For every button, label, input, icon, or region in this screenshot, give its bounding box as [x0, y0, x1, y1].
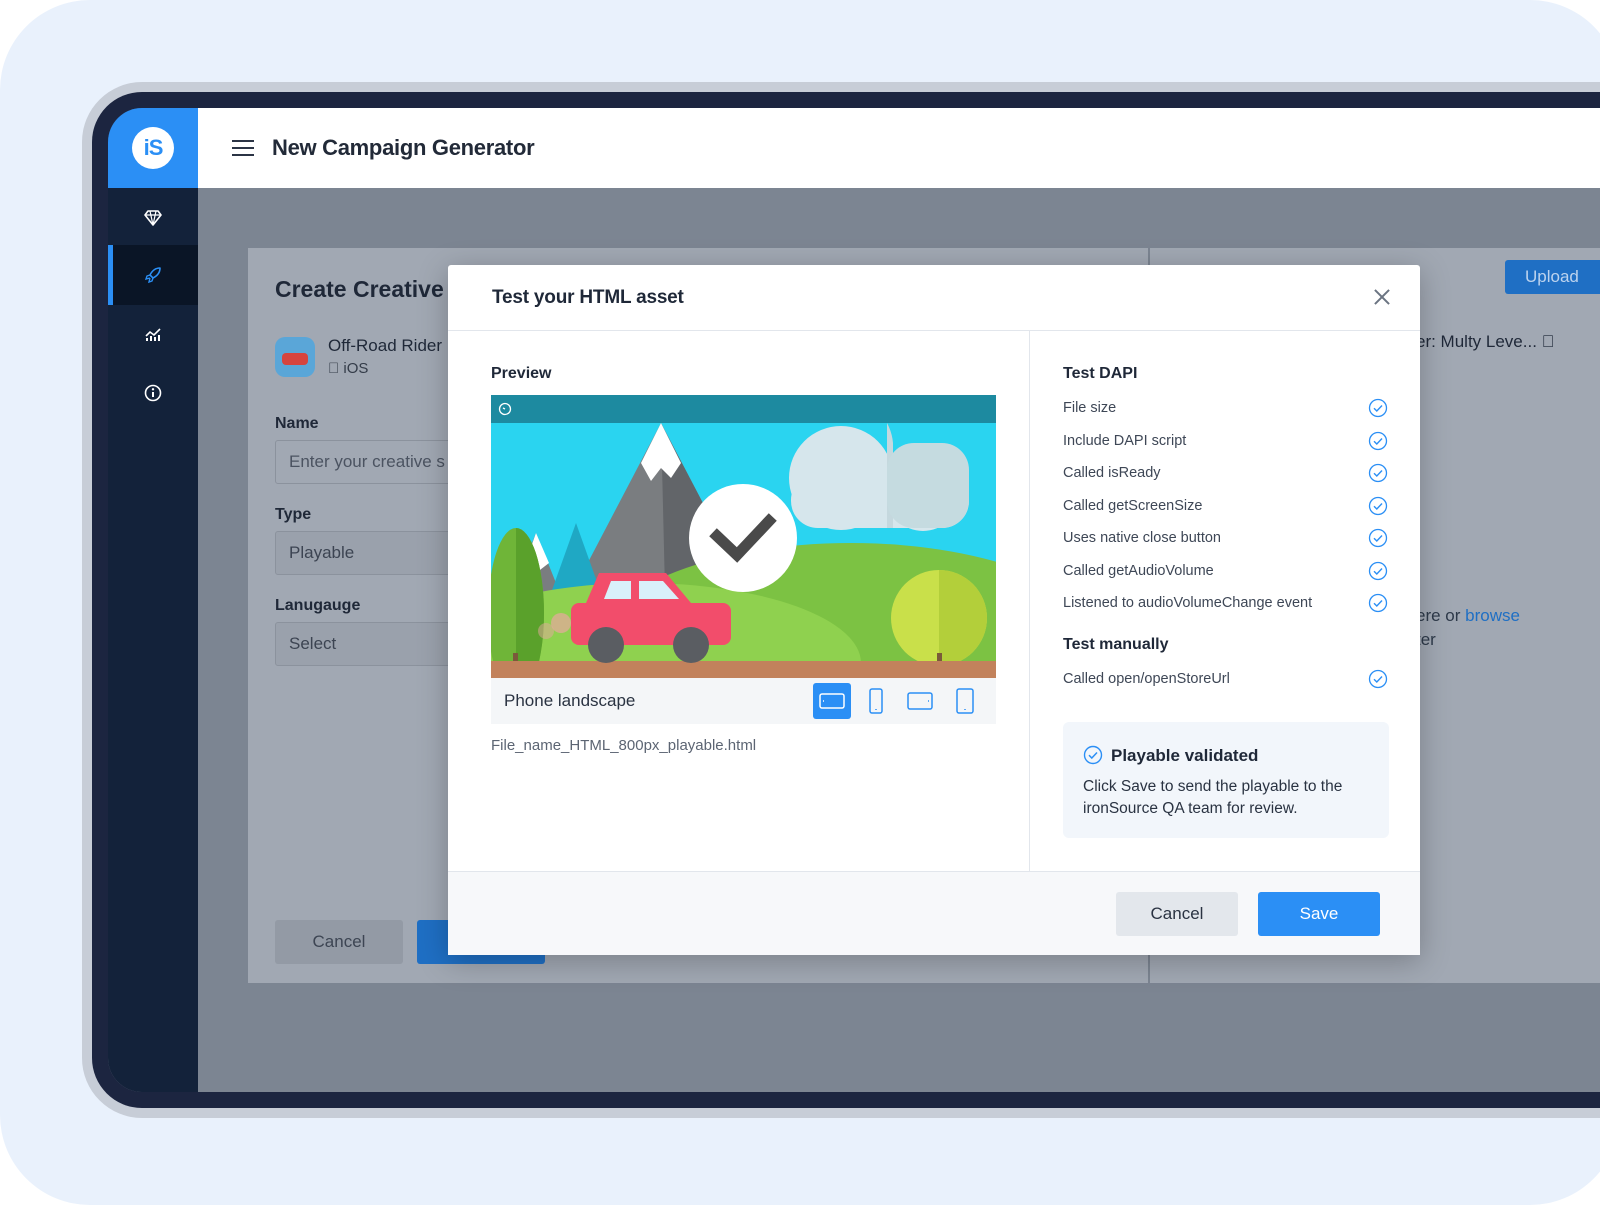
rocket-icon [144, 267, 161, 284]
sidebar-item-campaigns[interactable] [108, 245, 198, 305]
name-label: Name [275, 415, 319, 432]
preview-section: Preview Phone landscape File_name_HTML_8… [448, 331, 1030, 871]
device-selector: Phone landscape [491, 678, 996, 724]
check-item-label: Uses native close button [1063, 530, 1221, 546]
cancel-button[interactable]: Cancel [1116, 892, 1238, 936]
phone-landscape-button[interactable] [813, 683, 851, 719]
preview-label: Preview [491, 365, 552, 382]
check-circle-icon [1083, 745, 1103, 765]
playable-preview[interactable] [491, 395, 996, 678]
check-item: Called isReady [1063, 463, 1389, 487]
check-circle-icon [1368, 528, 1388, 548]
modal-footer: Cancel Save [448, 871, 1420, 955]
check-circle-icon [1368, 669, 1388, 689]
phone-portrait-icon [869, 688, 883, 714]
sidebar: iS [108, 108, 198, 1092]
create-creative-title: Create Creative [275, 276, 444, 302]
save-button[interactable]: Save [1258, 892, 1380, 936]
preview-toolbar [491, 395, 996, 423]
tablet-portrait-icon [956, 688, 974, 714]
test-html-asset-modal: Test your HTML asset Preview Phone lands… [448, 265, 1420, 955]
sidebar-item-analytics[interactable] [108, 304, 198, 364]
bg-cancel-button[interactable]: Cancel [275, 920, 403, 964]
logo[interactable]: iS [108, 108, 198, 188]
language-label: Lanugauge [275, 597, 361, 614]
check-item-label: Called open/openStoreUrl [1063, 671, 1230, 687]
language-select[interactable]: Select [275, 622, 475, 666]
check-item-label: File size [1063, 400, 1117, 416]
check-circle-icon [1368, 463, 1388, 483]
check-circle-icon [1368, 431, 1388, 450]
modal-header: Test your HTML asset [448, 265, 1420, 331]
check-circle-icon [1368, 561, 1388, 580]
test-results-section: Test DAPI File size Include DAPI script Ca… [1031, 331, 1420, 871]
check-item: Called getAudioVolume [1063, 561, 1389, 585]
validated-title: Playable validated [1111, 746, 1259, 765]
sidebar-item-info[interactable] [108, 363, 198, 423]
file-name: File_name_HTML_800px_playable.html [491, 737, 757, 754]
check-item: File size [1063, 398, 1389, 422]
device-label: Phone landscape [504, 691, 636, 710]
hamburger-menu-icon[interactable] [232, 140, 254, 156]
browse-link[interactable]: browse [1465, 606, 1520, 625]
top-bar: New Campaign Generator [198, 108, 1600, 188]
sidebar-item-diamond[interactable] [108, 188, 198, 248]
app-screen: Create Creative Off-Road Rider  iOS Nam… [108, 108, 1600, 1092]
ironsource-logo-icon: iS [132, 127, 174, 169]
check-item-label: Called getScreenSize [1063, 497, 1203, 514]
apple-icon:  [1542, 332, 1555, 351]
modal-title: Test your HTML asset [492, 287, 684, 308]
phone-portrait-button[interactable] [857, 683, 895, 719]
drop-zone-text: ere or browse [1416, 606, 1520, 625]
phone-landscape-icon [819, 693, 845, 709]
apple-icon:  [328, 360, 339, 377]
type-label: Type [275, 506, 312, 523]
check-item-label: Listened to audioVolumeChange event [1063, 595, 1313, 611]
check-item: Called getScreenSize [1063, 496, 1389, 520]
tablet-portrait-button[interactable] [946, 683, 984, 719]
replay-icon[interactable] [497, 401, 513, 417]
name-input[interactable]: Enter your creative s [275, 440, 475, 484]
check-circle-icon [1368, 593, 1388, 613]
check-item: Uses native close button [1063, 528, 1389, 552]
validated-notice: Playable validated Click Save to send th… [1063, 722, 1389, 838]
check-item-label: Called isReady [1063, 465, 1161, 481]
app-name: Off-Road Rider [328, 336, 443, 355]
validated-text: Click Save to send the playable to the i… [1083, 778, 1343, 817]
game-scene-image [491, 423, 996, 678]
check-circle-icon [1368, 496, 1388, 515]
upload-button[interactable]: Upload [1505, 260, 1600, 294]
check-item: Include DAPI script [1063, 431, 1389, 455]
check-item-label: Include DAPI script [1063, 432, 1187, 449]
analytics-icon [145, 328, 161, 341]
tablet-landscape-button[interactable] [901, 683, 939, 719]
app-title: New Campaign Generator [272, 135, 535, 160]
app-os:  iOS [328, 360, 368, 377]
multy-level-select[interactable]: er: Multy Leve...  [1416, 332, 1554, 352]
app-icon [275, 337, 315, 377]
test-manually-title: Test manually [1063, 636, 1169, 653]
check-circle-icon [1368, 398, 1388, 418]
info-icon [144, 384, 162, 402]
check-item: Called open/openStoreUrl [1063, 669, 1389, 693]
close-icon[interactable] [1370, 285, 1394, 309]
tablet-landscape-icon [907, 692, 933, 710]
check-item-label: Called getAudioVolume [1063, 562, 1214, 579]
check-item: Listened to audioVolumeChange event [1063, 593, 1389, 617]
test-dapi-title: Test DAPI [1063, 365, 1138, 382]
canvas: Create Creative Off-Road Rider  iOS Nam… [0, 0, 1600, 1205]
type-select[interactable]: Playable [275, 531, 475, 575]
diamond-icon [144, 210, 162, 226]
